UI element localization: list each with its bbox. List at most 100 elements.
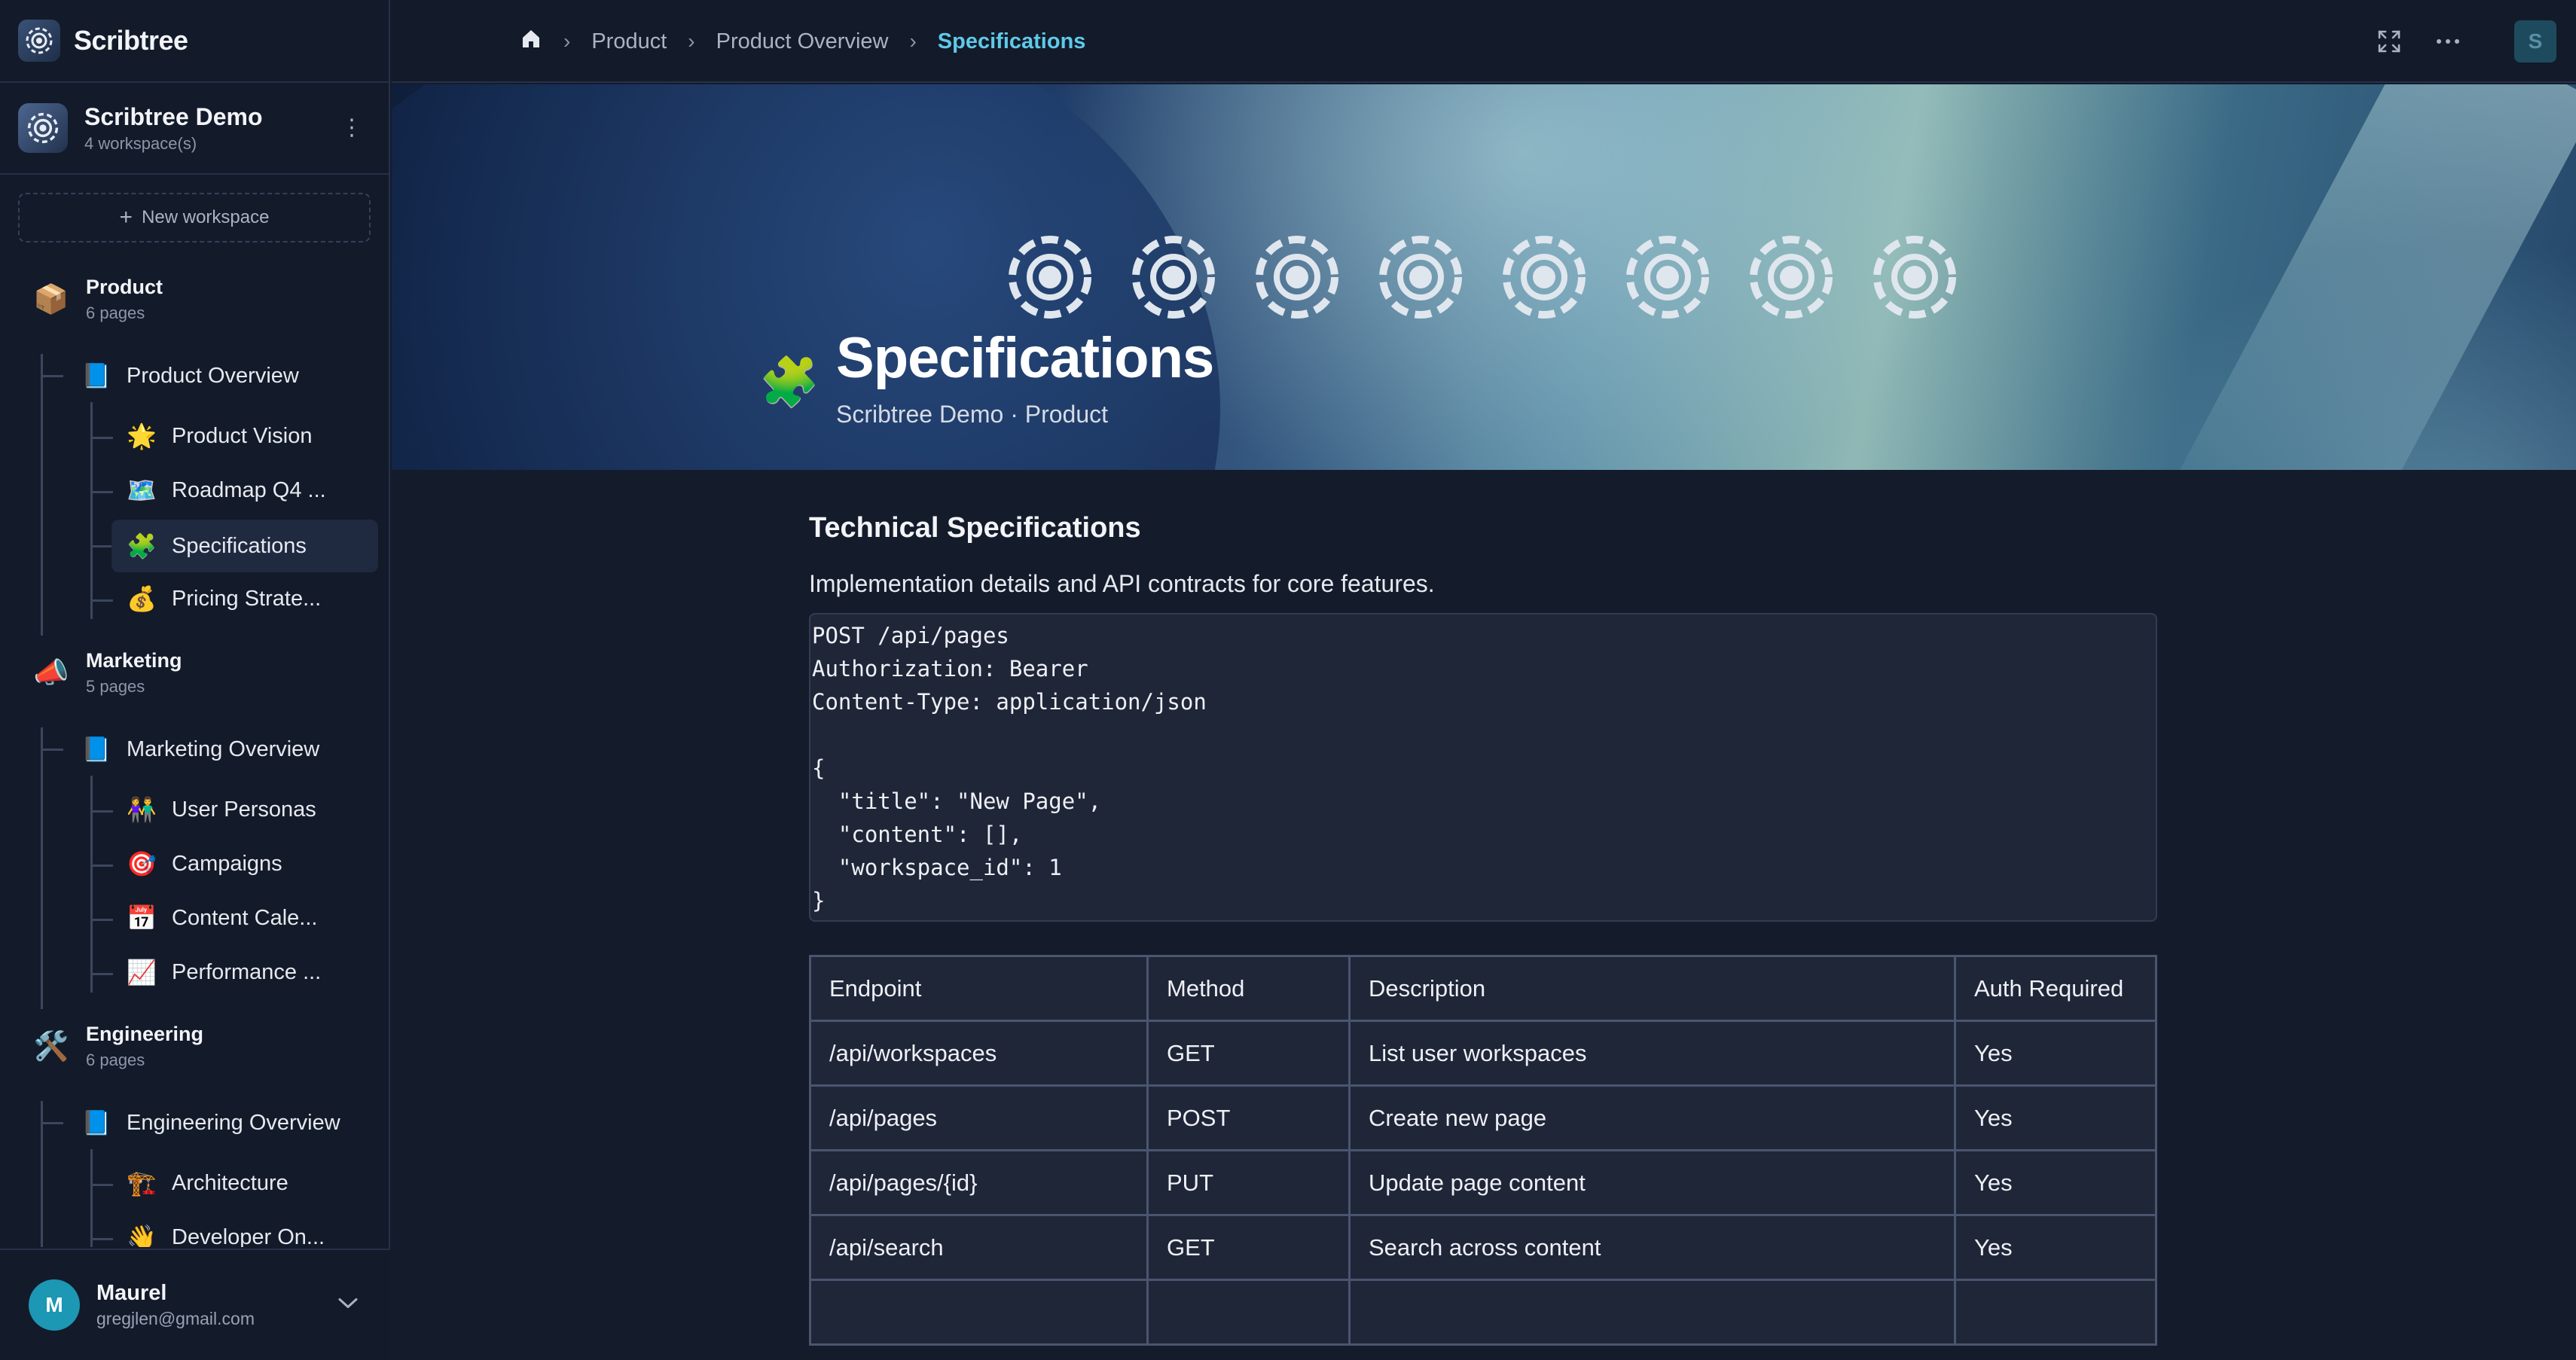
table-cell[interactable]: PUT xyxy=(1146,1149,1351,1216)
page-item[interactable]: 🗺️ Roadmap Q4 ... xyxy=(127,468,378,512)
group-count: 6 pages xyxy=(86,303,145,322)
star-icon: 🌟 xyxy=(127,422,157,450)
tree-line xyxy=(90,973,113,975)
page-content[interactable]: Technical Specifications Implementation … xyxy=(809,512,2159,1346)
code-block[interactable]: POST /api/pages Authorization: Bearer Co… xyxy=(809,613,2157,922)
tree-line xyxy=(90,491,113,493)
api-table: Endpoint Method Description Auth Require… xyxy=(809,955,2157,1346)
breadcrumb-item[interactable]: Product xyxy=(591,29,667,54)
table-header-cell[interactable]: Auth Required xyxy=(1954,955,2157,1022)
workspace-count: 4 workspace(s) xyxy=(84,133,197,153)
page-item[interactable]: 🎯 Campaigns xyxy=(127,842,378,886)
paragraph[interactable]: Implementation details and API contracts… xyxy=(809,570,2159,598)
home-icon[interactable] xyxy=(520,27,542,56)
table-cell[interactable]: /api/search xyxy=(809,1214,1149,1281)
tree-line xyxy=(41,375,63,377)
scribtree-emblem-icon xyxy=(1132,236,1215,319)
new-workspace-label: New workspace xyxy=(142,207,270,227)
page-item-overview[interactable]: 📘 Marketing Overview xyxy=(81,727,319,771)
puzzle-icon: 🧩 xyxy=(127,532,157,560)
table-cell[interactable]: GET xyxy=(1146,1214,1351,1281)
table-cell[interactable]: Update page content xyxy=(1348,1149,1956,1216)
page-icon[interactable]: 🧩 xyxy=(759,354,819,410)
brand[interactable]: Scribtree xyxy=(0,0,389,83)
tree-line xyxy=(90,1238,113,1240)
page-item[interactable]: 📅 Content Cale... xyxy=(127,896,378,940)
breadcrumb-item[interactable]: Product Overview xyxy=(716,29,889,54)
table-cell[interactable]: Yes xyxy=(1954,1214,2157,1281)
breadcrumb-current: Specifications xyxy=(937,29,1086,53)
scribtree-emblem-icon xyxy=(1626,236,1709,319)
table-cell[interactable] xyxy=(1348,1279,1956,1346)
cover-icon-row xyxy=(1008,235,1996,319)
page-title[interactable]: Specifications xyxy=(836,325,1214,391)
table-cell[interactable]: Search across content xyxy=(1348,1214,1956,1281)
group-title: Marketing xyxy=(86,649,182,672)
calendar-icon: 📅 xyxy=(127,904,157,932)
section-heading[interactable]: Technical Specifications xyxy=(809,512,2159,544)
group-icon: 📣 xyxy=(33,657,69,689)
table-row: /api/workspaces GET List user workspaces… xyxy=(809,1020,2157,1087)
scribtree-emblem-icon xyxy=(1750,236,1833,319)
table-cell[interactable]: Yes xyxy=(1954,1020,2157,1087)
group-title: Product xyxy=(86,276,163,298)
page-item-overview[interactable]: 📘 Engineering Overview xyxy=(81,1101,340,1145)
table-cell[interactable]: Yes xyxy=(1954,1149,2157,1216)
construction-icon: 🏗️ xyxy=(127,1169,157,1197)
top-bar: › Product › Product Overview › Specifica… xyxy=(392,0,2576,83)
tree-line xyxy=(90,1184,113,1186)
group-header[interactable]: 📦 Product 6 pages xyxy=(33,276,163,323)
table-header-cell[interactable]: Method xyxy=(1146,955,1351,1022)
page-label: Roadmap Q4 ... xyxy=(172,477,326,502)
table-cell[interactable] xyxy=(809,1279,1149,1346)
tree-line xyxy=(90,864,113,867)
workspace-menu-icon[interactable]: ⋮ xyxy=(340,117,363,139)
table-header-cell[interactable]: Description xyxy=(1348,955,1956,1022)
scribtree-emblem-icon xyxy=(1503,236,1586,319)
group-header[interactable]: 📣 Marketing 5 pages xyxy=(33,649,182,697)
tree-line xyxy=(90,545,113,547)
page-label: Content Cale... xyxy=(172,905,318,930)
table-cell[interactable]: /api/pages/{id} xyxy=(809,1149,1149,1216)
table-cell[interactable]: /api/pages xyxy=(809,1084,1149,1151)
group-header[interactable]: 🛠️ Engineering 6 pages xyxy=(33,1023,203,1070)
table-cell[interactable]: POST xyxy=(1146,1084,1351,1151)
page-item[interactable]: 📈 Performance ... xyxy=(127,950,378,994)
page-item[interactable]: 👋 Developer On... xyxy=(127,1215,378,1247)
fullscreen-icon[interactable] xyxy=(2367,19,2412,64)
table-cell[interactable]: Create new page xyxy=(1348,1084,1956,1151)
page-item[interactable]: 👫 User Personas xyxy=(127,788,378,831)
page-item[interactable]: 💰 Pricing Strate... xyxy=(127,577,378,621)
page-label: Specifications xyxy=(172,533,307,558)
page-label: Campaigns xyxy=(172,851,282,876)
new-workspace-button[interactable]: + New workspace xyxy=(18,193,371,242)
user-avatar: M xyxy=(29,1279,80,1331)
chevron-down-icon[interactable] xyxy=(337,1297,359,1314)
scribtree-emblem-icon xyxy=(1379,236,1462,319)
workspace-switcher[interactable]: Scribtree Demo 4 workspace(s) ⋮ xyxy=(0,83,389,175)
table-cell[interactable]: /api/workspaces xyxy=(809,1020,1149,1087)
chevron-right-icon: › xyxy=(909,29,917,53)
map-icon: 🗺️ xyxy=(127,477,157,504)
chart-icon: 📈 xyxy=(127,959,157,986)
table-cell[interactable]: Yes xyxy=(1954,1084,2157,1151)
table-header-row: Endpoint Method Description Auth Require… xyxy=(809,955,2157,1022)
account-avatar[interactable]: S xyxy=(2514,20,2556,63)
page-label: Product Overview xyxy=(127,363,299,388)
page-label: Performance ... xyxy=(172,959,322,984)
book-icon: 📘 xyxy=(81,362,111,389)
tree-line xyxy=(41,354,43,636)
table-header-cell[interactable]: Endpoint xyxy=(809,955,1149,1022)
user-menu[interactable]: M Maurel gregjlen@gmail.com xyxy=(0,1249,390,1360)
more-options-icon[interactable] xyxy=(2425,19,2471,64)
page-item[interactable]: 🏗️ Architecture xyxy=(127,1161,378,1205)
page-item-overview[interactable]: 📘 Product Overview xyxy=(81,354,299,398)
page-item-active[interactable]: 🧩 Specifications xyxy=(111,520,378,572)
page-label: Engineering Overview xyxy=(127,1110,340,1135)
table-cell[interactable]: GET xyxy=(1146,1020,1351,1087)
table-cell[interactable] xyxy=(1146,1279,1351,1346)
table-cell[interactable] xyxy=(1954,1279,2157,1346)
table-cell[interactable]: List user workspaces xyxy=(1348,1020,1956,1087)
tree-line xyxy=(41,1122,63,1124)
page-item[interactable]: 🌟 Product Vision xyxy=(127,414,378,458)
